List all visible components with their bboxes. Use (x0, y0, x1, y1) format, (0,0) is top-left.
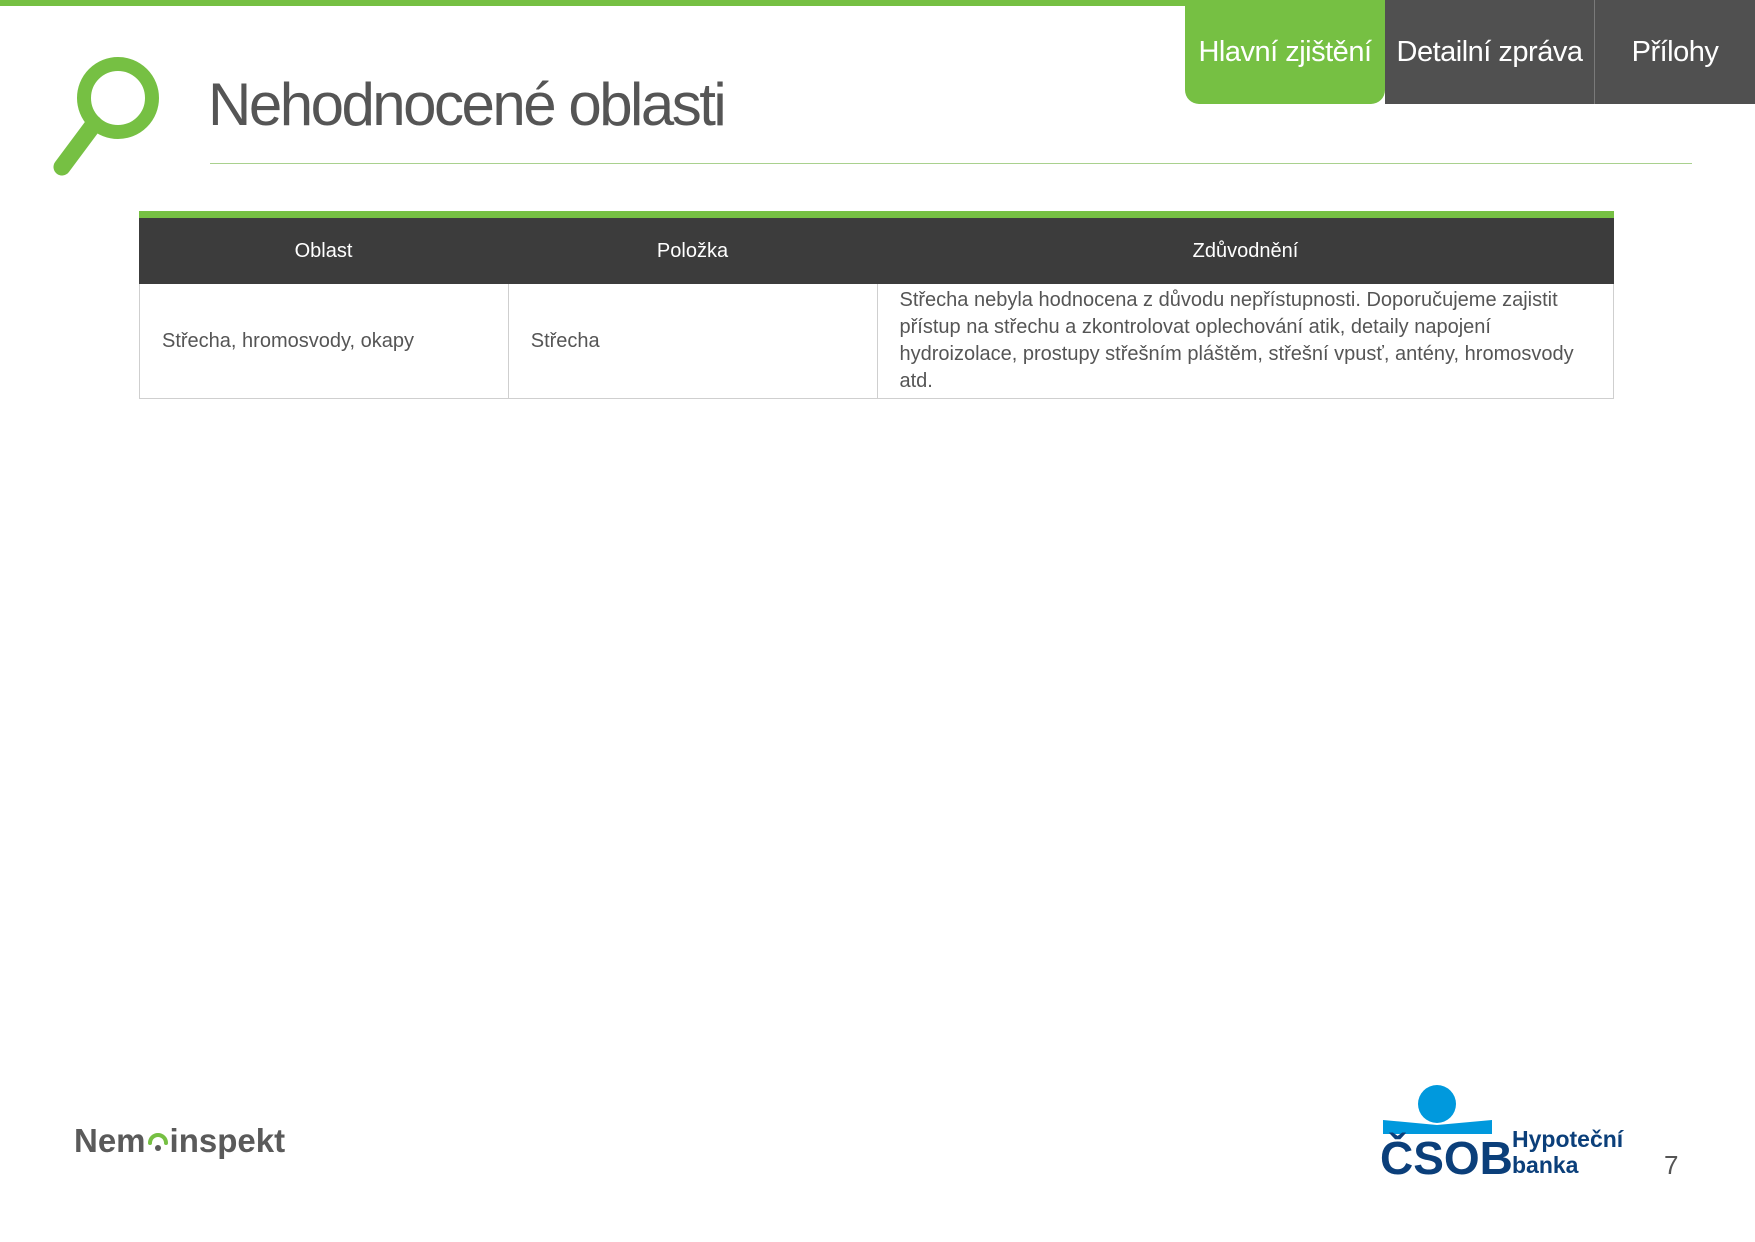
top-accent-line (0, 0, 1185, 6)
header-polozka: Položka (656, 239, 729, 262)
tab-prilohy[interactable]: Přílohy (1595, 0, 1755, 104)
header-zduvodneni: Zdůvodnění (1192, 239, 1299, 262)
title-divider (210, 163, 1692, 164)
nemoinspekt-logo: Nem inspekt (74, 1122, 285, 1160)
unrated-areas-table: Oblast Položka Zdůvodnění Střecha, hromo… (139, 211, 1614, 399)
cell-oblast: Střecha, hromosvody, okapy (162, 329, 414, 352)
page-number: 7 (1664, 1150, 1679, 1180)
tab-detailni-zprava[interactable]: Detailní zpráva (1385, 0, 1595, 104)
csob-line2: banka (1512, 1152, 1579, 1178)
section-tabs: Hlavní zjištění Detailní zpráva Přílohy (1185, 0, 1755, 104)
logo-text-a: Nem (74, 1122, 146, 1159)
csob-line1: Hypoteční (1512, 1126, 1624, 1152)
table-accent-bar (139, 211, 1614, 218)
header-oblast: Oblast (294, 239, 353, 262)
magnifier-icon (53, 57, 159, 176)
logo-o-mark (147, 1133, 168, 1151)
cell-zduvodneni: Střecha nebyla hodnocena z důvodu nepřís… (876, 284, 1614, 398)
csob-wordmark: ČSOB (1380, 1132, 1513, 1184)
table-header: Oblast Položka Zdůvodnění (139, 218, 1614, 284)
table-row: Střecha, hromosvody, okapy Střecha Střec… (139, 284, 1614, 399)
tab-hlavni-zjisteni[interactable]: Hlavní zjištění (1185, 0, 1385, 104)
csob-hypotecni-banka: Hypoteční banka (1512, 1126, 1623, 1178)
logo-text-b: inspekt (169, 1122, 286, 1159)
page-title: Nehodnocené oblasti (208, 71, 727, 138)
cell-polozka: Střecha (507, 284, 877, 398)
